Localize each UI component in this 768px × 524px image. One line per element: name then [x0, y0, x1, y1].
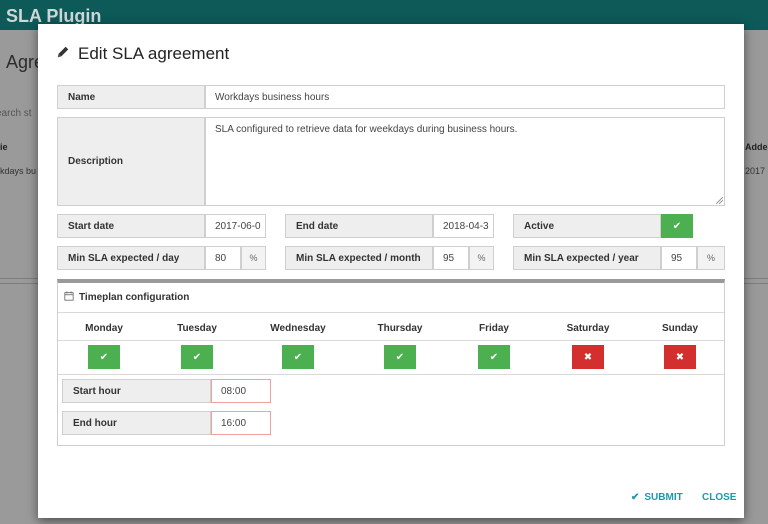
close-button[interactable]: CLOSE [702, 492, 736, 503]
close-icon: ✖ [675, 351, 685, 363]
description-text: SLA configured to retrieve data for week… [215, 124, 518, 135]
timeplan-header: Timeplan configuration [58, 283, 724, 313]
day-label-sunday: Sunday [661, 323, 699, 334]
modal-title: Edit SLA agreement [56, 44, 229, 64]
percent-addon: % [697, 246, 725, 270]
submit-button[interactable]: ✔ SUBMIT [631, 492, 683, 503]
check-icon: ✔ [631, 492, 640, 503]
pencil-icon [56, 44, 70, 64]
modal-title-text: Edit SLA agreement [78, 44, 230, 63]
close-icon: ✖ [583, 351, 593, 363]
min-sla-day-label: Min SLA expected / day [57, 246, 205, 270]
check-icon: ✔ [395, 351, 405, 363]
timeplan-panel: Timeplan configuration Monday Tuesday We… [57, 279, 725, 446]
day-toggle-tuesday[interactable]: ✔ [181, 345, 213, 369]
end-date-input[interactable]: 2018-04-3 [433, 214, 494, 238]
end-date-label: End date [285, 214, 433, 238]
min-sla-year-label: Min SLA expected / year [513, 246, 661, 270]
day-toggle-sunday[interactable]: ✖ [664, 345, 696, 369]
day-toggle-saturday[interactable]: ✖ [572, 345, 604, 369]
day-label-saturday: Saturday [566, 323, 610, 334]
min-sla-day-input[interactable]: 80 [205, 246, 241, 270]
name-input[interactable]: Workdays business hours [205, 85, 725, 109]
percent-addon: % [469, 246, 494, 270]
day-label-tuesday: Tuesday [177, 323, 217, 334]
check-icon: ✔ [99, 351, 109, 363]
check-icon: ✔ [192, 351, 202, 363]
bg-row-cell-name: kdays bu [0, 166, 37, 176]
name-label: Name [57, 85, 205, 109]
active-label: Active [513, 214, 661, 238]
edit-sla-modal: Edit SLA agreement Name Workdays busines… [38, 24, 744, 518]
description-textarea[interactable]: SLA configured to retrieve data for week… [205, 117, 725, 206]
bg-row-cell-added: 2017 [745, 166, 766, 176]
day-label-friday: Friday [478, 323, 509, 334]
day-toggle-monday[interactable]: ✔ [88, 345, 120, 369]
min-sla-month-label: Min SLA expected / month [285, 246, 433, 270]
row-divider [58, 340, 724, 341]
check-icon: ✔ [293, 351, 303, 363]
start-hour-input[interactable]: 08:00 [211, 379, 271, 403]
timeplan-title: Timeplan configuration [79, 292, 190, 303]
day-toggle-friday[interactable]: ✔ [478, 345, 510, 369]
row-divider [58, 374, 724, 375]
percent-addon: % [241, 246, 266, 270]
active-checkbox[interactable]: ✔ [661, 214, 693, 238]
start-date-label: Start date [57, 214, 205, 238]
start-hour-label: Start hour [62, 379, 211, 403]
day-toggle-thursday[interactable]: ✔ [384, 345, 416, 369]
check-icon: ✔ [489, 351, 499, 363]
min-sla-year-input[interactable]: 95 [661, 246, 697, 270]
resize-handle-icon[interactable] [716, 197, 723, 204]
close-button-label: CLOSE [702, 492, 737, 503]
day-toggle-wednesday[interactable]: ✔ [282, 345, 314, 369]
check-icon: ✔ [672, 220, 682, 232]
day-label-monday: Monday [85, 323, 123, 334]
end-hour-input[interactable]: 16:00 [211, 411, 271, 435]
submit-button-label: SUBMIT [644, 492, 683, 503]
end-hour-label: End hour [62, 411, 211, 435]
start-date-input[interactable]: 2017-06-0 [205, 214, 266, 238]
bg-search-input: earch st [0, 108, 32, 119]
bg-col-header-added: Adde [745, 142, 768, 152]
day-label-thursday: Thursday [377, 323, 423, 334]
day-label-wednesday: Wednesday [270, 323, 326, 334]
description-label: Description [57, 117, 205, 206]
calendar-icon [64, 291, 74, 304]
min-sla-month-input[interactable]: 95 [433, 246, 469, 270]
bg-col-header-name: ie [0, 142, 8, 152]
